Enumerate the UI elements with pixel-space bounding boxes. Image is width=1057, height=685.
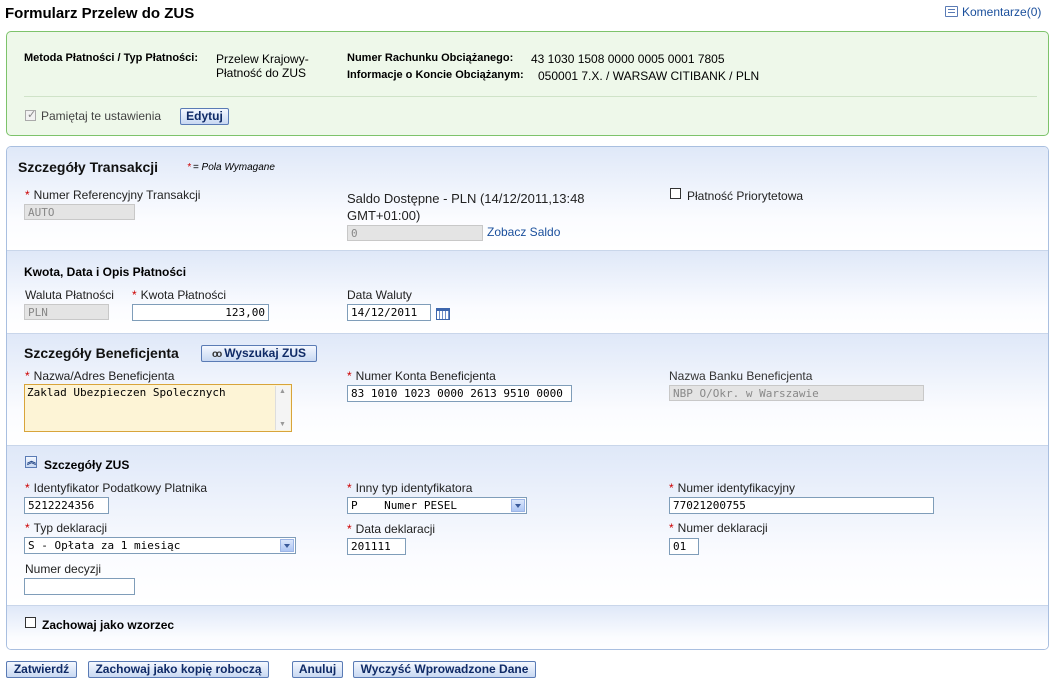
save-draft-button[interactable]: Zachowaj jako kopię roboczą [88, 661, 269, 678]
balance-label-line1: Saldo Dostępne - PLN (14/12/2011,13:48 [347, 191, 585, 206]
tax-id-label-text: Identyfikator Podatkowy Platnika [33, 481, 208, 495]
zus-heading: Szczegóły ZUS [44, 458, 130, 472]
comments-link-label: Komentarze(0) [962, 5, 1042, 19]
clear-data-button[interactable]: Wyczyść Wprowadzone Dane [353, 661, 536, 678]
transaction-heading: Szczegóły Transakcji [18, 159, 159, 175]
method-value: Przelew Krajowy- Płatność do ZUS [216, 52, 309, 80]
comments-link[interactable]: Komentarze(0) [945, 5, 1041, 19]
currency-field: PLN [24, 304, 109, 320]
beneficiary-bank-field: NBP O/Okr. w Warszawie [669, 385, 924, 401]
beneficiary-name-label: * Nazwa/Adres Beneficjenta [25, 369, 175, 383]
payment-summary-panel: Metoda Płatności / Typ Płatności: Przele… [6, 31, 1049, 136]
ref-number-field: AUTO [24, 204, 135, 220]
declaration-date-label: * Data deklaracji [347, 522, 436, 536]
comment-icon [945, 6, 958, 17]
amount-heading: Kwota, Data i Opis Płatności [24, 265, 187, 279]
amount-label-text: Kwota Płatności [140, 288, 227, 302]
amount-input[interactable]: 123,00 [132, 304, 269, 321]
page-title: Formularz Przelew do ZUS [5, 5, 195, 22]
zus-section: ︽ Szczegóły ZUS * Identyfikator Podatkowy… [7, 446, 1048, 605]
method-value-line2: Płatność do ZUS [216, 66, 307, 80]
transaction-section: Szczegóły Transakcji * = Pola Wymagane * N… [7, 147, 1048, 250]
chevron-down-icon[interactable] [280, 539, 294, 552]
save-as-template-checkbox[interactable] [25, 617, 36, 628]
priority-payment-label: Płatność Priorytetowa [687, 189, 804, 203]
beneficiary-heading: Szczegóły Beneficjenta [24, 345, 179, 361]
declaration-date-input[interactable]: 201111 [347, 538, 406, 555]
beneficiary-name-text: Zaklad Ubezpieczen Spolecznych [27, 386, 226, 399]
declaration-number-label-text: Numer deklaracji [677, 521, 768, 535]
save-as-template-label: Zachowaj jako wzorzec [42, 618, 175, 632]
balance-label-line2: GMT+01:00) [347, 208, 421, 223]
value-date-label: Data Waluty [347, 288, 412, 302]
id-number-label: * Numer identyfikacyjny [669, 481, 796, 495]
other-id-type-select[interactable]: P Numer PESEL [347, 497, 527, 514]
beneficiary-name-textarea[interactable]: Zaklad Ubezpieczen Spolecznych ▲ ▼ [24, 384, 292, 432]
tax-id-input[interactable]: 5212224356 [24, 497, 109, 514]
beneficiary-account-input[interactable]: 83 1010 1023 0000 2613 9510 0000 [347, 385, 572, 402]
method-label: Metoda Płatności / Typ Płatności: [24, 52, 198, 64]
transfer-form-panel: Szczegóły Transakcji * = Pola Wymagane * N… [6, 146, 1049, 650]
amount-label: * Kwota Płatności [132, 288, 227, 302]
binoculars-icon: oo [211, 349, 222, 360]
checkmark-icon: ✓ [27, 109, 37, 121]
other-id-type-label: * Inny typ identyfikatora [347, 481, 473, 495]
required-note-text: = Pola Wymagane [192, 162, 275, 173]
remember-settings-label: Pamiętaj te ustawienia [41, 109, 162, 123]
method-value-line1: Przelew Krajowy- [216, 52, 309, 66]
search-zus-button[interactable]: oo Wyszukaj ZUS [201, 345, 317, 362]
beneficiary-account-label-text: Numer Konta Beneficjenta [355, 369, 496, 383]
save-template-section: Zachowaj jako wzorzec [7, 606, 1048, 649]
beneficiary-name-label-text: Nazwa/Adres Beneficjenta [33, 369, 175, 383]
scroll-up-icon[interactable]: ▲ [279, 388, 286, 395]
value-date-input[interactable]: 14/12/2011 [347, 304, 431, 321]
other-id-type-value: P Numer PESEL [351, 499, 457, 512]
currency-label: Waluta Płatności [25, 288, 114, 302]
declaration-type-label: * Typ deklaracji [25, 521, 108, 535]
remember-settings-checkbox[interactable]: ✓ [25, 109, 37, 121]
beneficiary-section: Szczegóły Beneficjenta oo Wyszukaj ZUS * N… [7, 334, 1048, 445]
debit-account-label: Numer Rachunku Obciążanego: [347, 52, 514, 64]
other-id-type-label-text: Inny typ identyfikatora [355, 481, 473, 495]
account-info-value: 050001 7.X. / WARSAW CITIBANK / PLN [538, 69, 760, 83]
declaration-type-label-text: Typ deklaracji [33, 521, 108, 535]
cancel-button[interactable]: Anuluj [292, 661, 343, 678]
balance-field: 0 [347, 225, 483, 241]
id-number-input[interactable]: 77021200755 [669, 497, 934, 514]
declaration-date-label-text: Data deklaracji [355, 522, 436, 536]
scroll-down-icon[interactable]: ▼ [279, 421, 286, 428]
declaration-type-value: S - Opłata za 1 miesiąc [28, 539, 181, 552]
beneficiary-account-label: * Numer Konta Beneficjenta [347, 369, 496, 383]
amount-section: Kwota, Data i Opis Płatności Waluta Płat… [7, 251, 1048, 333]
ref-number-label: * Numer Referencyjny Transakcji [25, 188, 201, 202]
id-number-label-text: Numer identyfikacyjny [677, 481, 796, 495]
debit-account-value: 43 1030 1508 0000 0005 0001 7805 [531, 52, 725, 66]
declaration-number-label: * Numer deklaracji [669, 521, 768, 535]
calendar-icon[interactable] [436, 306, 450, 320]
balance-label: Saldo Dostępne - PLN (14/12/2011,13:48 G… [347, 190, 585, 224]
beneficiary-bank-label: Nazwa Banku Beneficjenta [669, 369, 813, 383]
divider [24, 96, 1037, 97]
search-zus-button-label: Wyszukaj ZUS [224, 346, 307, 360]
confirm-button[interactable]: Zatwierdź [6, 661, 77, 678]
declaration-number-input[interactable]: 01 [669, 538, 699, 555]
ref-number-label-text: Numer Referencyjny Transakcji [33, 188, 201, 202]
collapse-icon[interactable]: ︽ [25, 456, 37, 468]
view-balance-link[interactable]: Zobacz Saldo [487, 225, 560, 239]
decision-number-input[interactable] [24, 578, 135, 595]
account-info-label: Informacje o Koncie Obciążanym: [347, 69, 524, 81]
declaration-type-select[interactable]: S - Opłata za 1 miesiąc [24, 537, 296, 554]
chevron-down-icon[interactable] [511, 499, 525, 512]
decision-number-label: Numer decyzji [25, 562, 102, 576]
textarea-scrollbar[interactable]: ▲ ▼ [275, 386, 290, 430]
tax-id-label: * Identyfikator Podatkowy Platnika [25, 481, 208, 495]
edit-button[interactable]: Edytuj [180, 108, 229, 125]
priority-payment-checkbox[interactable] [670, 188, 681, 199]
required-note: * = Pola Wymagane [187, 162, 275, 173]
